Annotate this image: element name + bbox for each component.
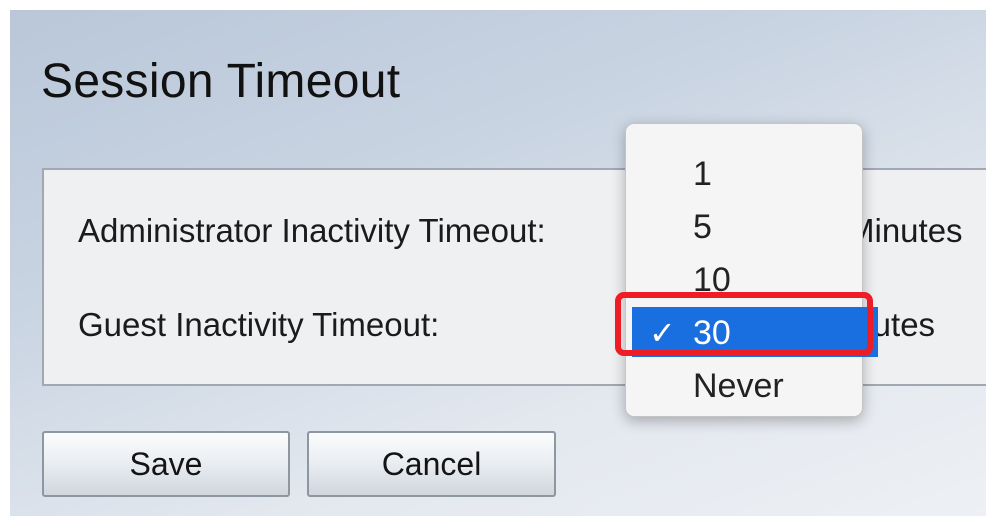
guest-timeout-label: Guest Inactivity Timeout:: [78, 306, 440, 343]
dropdown-option-1[interactable]: 1: [626, 148, 862, 198]
dropdown-option-never[interactable]: Never: [626, 360, 862, 410]
dropdown-option-5[interactable]: 5: [626, 201, 862, 251]
admin-timeout-units: Minutes: [847, 212, 963, 249]
page-title: Session Timeout: [41, 55, 401, 108]
dropdown-option-label: 5: [693, 208, 712, 246]
cancel-button[interactable]: Cancel: [307, 431, 556, 497]
checkmark-icon: ✓: [649, 315, 676, 351]
dropdown-option-label: 10: [693, 261, 731, 299]
save-button[interactable]: Save: [42, 431, 290, 497]
dropdown-option-label: 1: [693, 155, 712, 193]
dropdown-option-label: Never: [693, 367, 784, 405]
dropdown-option-10[interactable]: 10: [626, 254, 862, 304]
dropdown-option-30-selected[interactable]: ✓ 30: [632, 307, 878, 357]
admin-timeout-label: Administrator Inactivity Timeout:: [78, 212, 546, 249]
guest-timeout-dropdown-menu[interactable]: 1 5 10 ✓ 30 Never: [625, 123, 878, 417]
dropdown-option-label: 30: [693, 314, 731, 352]
session-timeout-page: Session Timeout Administrator Inactivity…: [10, 10, 986, 516]
